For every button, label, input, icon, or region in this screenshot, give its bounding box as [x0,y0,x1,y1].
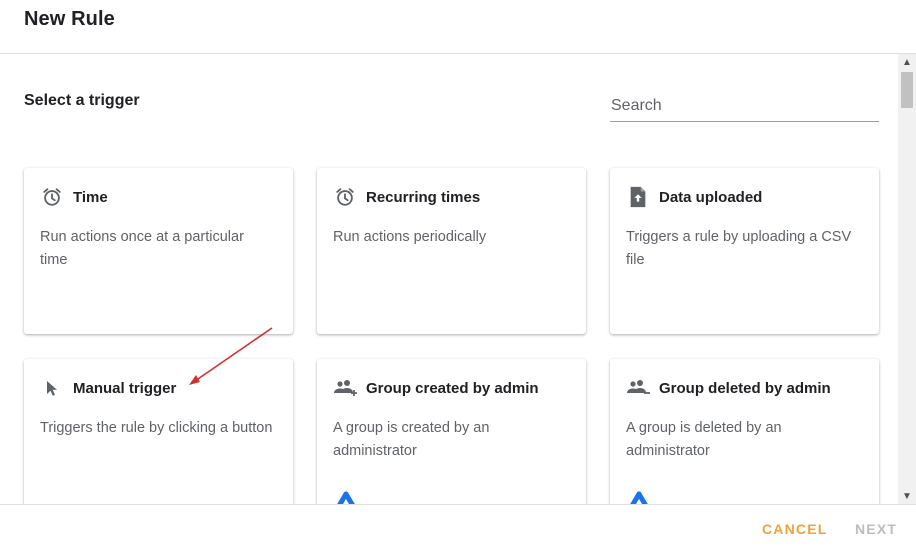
card-title: Recurring times [366,188,481,206]
trigger-card-group-created[interactable]: Group created by admin A group is create… [317,359,586,504]
cursor-click-icon [40,377,64,399]
section-title: Select a trigger [24,92,140,109]
vertical-scrollbar[interactable]: ▲ ▼ [898,54,916,504]
scroll-up-arrow-icon[interactable]: ▲ [898,54,916,70]
next-button[interactable]: NEXT [855,521,897,537]
dialog-header: New Rule [0,0,916,54]
card-description: Run actions periodically [333,229,487,245]
file-upload-icon [626,186,650,208]
card-title: Data uploaded [659,188,763,206]
alarm-icon [333,186,357,208]
workspace-logo-icon [626,491,652,504]
search-field [610,90,879,122]
scrollbar-thumb[interactable] [901,72,913,108]
trigger-card-group-deleted[interactable]: Group deleted by admin A group is delete… [610,359,879,504]
card-title: Group created by admin [366,379,539,397]
trigger-card-manual-trigger[interactable]: Manual trigger Triggers the rule by clic… [24,359,293,504]
trigger-card-time[interactable]: Time Run actions once at a particular ti… [24,168,293,334]
card-title: Time [73,188,108,206]
card-description: Run actions once at a particular time [40,229,244,268]
scroll-down-arrow-icon[interactable]: ▼ [898,488,916,504]
dialog-title: New Rule [24,8,115,30]
card-title: Group deleted by admin [659,379,831,397]
card-description: A group is created by an administrator [333,420,490,459]
cancel-button[interactable]: CANCEL [762,521,828,537]
trigger-card-recurring-times[interactable]: Recurring times Run actions periodically [317,168,586,334]
left-gutter [0,54,10,504]
card-description: Triggers a rule by uploading a CSV file [626,229,852,268]
group-add-icon [333,377,357,399]
group-remove-icon [626,377,650,399]
alarm-icon [40,186,64,208]
card-title: Manual trigger [73,379,177,397]
workspace-logo-icon [333,491,359,504]
card-description: Triggers the rule by clicking a button [40,420,273,436]
dialog-footer: CANCEL NEXT [0,504,916,557]
dialog-content: Select a trigger Time Run actions once a… [10,54,898,504]
search-input[interactable] [610,90,879,121]
trigger-card-data-uploaded[interactable]: Data uploaded Triggers a rule by uploadi… [610,168,879,334]
card-description: A group is deleted by an administrator [626,420,782,459]
